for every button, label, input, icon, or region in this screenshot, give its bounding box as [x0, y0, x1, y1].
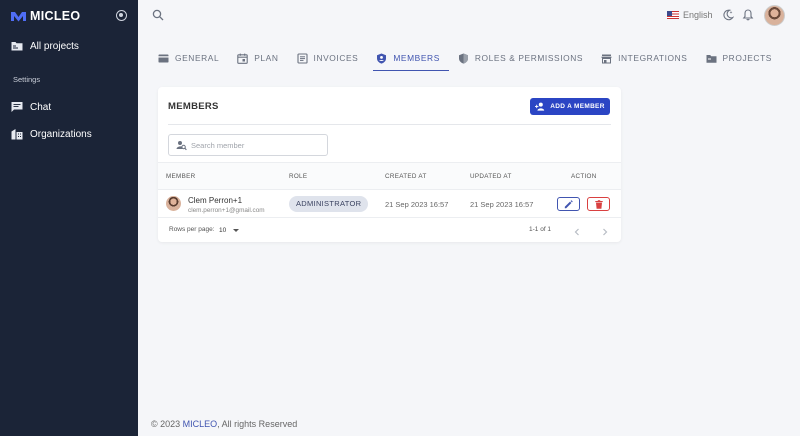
sidebar-item-label: All projects [30, 40, 79, 52]
tab-label: Members [393, 53, 440, 63]
sidebar-toggle-icon[interactable] [116, 10, 127, 21]
previous-page-button[interactable] [572, 224, 582, 236]
folder-icon [706, 54, 716, 63]
language-label: English [683, 10, 713, 20]
pagination-range: 1-1 of 1 [529, 226, 552, 233]
tab-label: General [175, 53, 220, 63]
footer-suffix: , All rights Reserved [217, 419, 298, 429]
rows-per-page-label: Rows per page: [169, 226, 215, 233]
tab-label: Projects [722, 53, 772, 63]
sidebar: MICLEO All projects Settings Chat Organi… [0, 0, 138, 436]
sidebar-item-organizations[interactable]: Organizations [11, 126, 92, 142]
search-icon[interactable] [152, 9, 164, 21]
shield-icon [458, 53, 468, 64]
tab-label: Integrations [618, 53, 688, 63]
add-user-icon [535, 102, 545, 111]
notification-bell-icon[interactable] [742, 9, 754, 21]
tab-label: Roles & Permissions [474, 53, 584, 63]
tab-label: Plan [254, 53, 279, 63]
divider [168, 124, 611, 125]
pencil-icon [564, 199, 573, 208]
tab-invoices[interactable]: Invoices [296, 47, 359, 69]
dark-mode-icon[interactable] [722, 9, 734, 21]
card-title: MEMBERS [168, 101, 219, 112]
tab-plan[interactable]: Plan [237, 47, 278, 69]
column-header-action: Action [571, 173, 597, 180]
column-header-created-at: Created at [385, 173, 427, 180]
rows-per-page-select[interactable]: 10 [219, 225, 240, 235]
member-avatar [166, 196, 181, 211]
user-avatar[interactable] [764, 5, 785, 26]
delete-member-button[interactable] [587, 197, 610, 211]
column-header-updated-at: Updated at [470, 173, 512, 180]
footer: © 2023 MICLEO, All rights Reserved [151, 419, 297, 429]
folder-icon [11, 42, 23, 51]
tab-roles-permissions[interactable]: Roles & Permissions [458, 47, 583, 69]
column-header-member: Member [166, 173, 196, 180]
sidebar-section-title: Settings [13, 75, 41, 84]
add-member-button[interactable]: ADD A MEMBER [530, 98, 610, 115]
brand-name: MICLEO [30, 9, 81, 23]
member-search-input[interactable] [191, 140, 321, 150]
card-icon [158, 54, 169, 62]
tab-integrations[interactable]: Integrations [601, 47, 687, 69]
footer-brand-link[interactable]: MICLEO [183, 419, 218, 429]
updated-at-cell: 21 Sep 2023 16:57 [470, 200, 534, 209]
search-user-icon [176, 140, 187, 150]
pagination: Rows per page: 10 1-1 of 1 [158, 218, 621, 242]
tab-general[interactable]: General [158, 47, 219, 69]
sidebar-item-label: Organizations [30, 128, 92, 140]
chevron-left-icon [574, 228, 579, 236]
us-flag-icon [667, 11, 679, 19]
member-search-field[interactable] [168, 134, 328, 156]
invoice-icon [296, 52, 308, 64]
tab-label: Invoices [313, 53, 359, 63]
member-email: clem.perron+1@gmail.com [188, 207, 265, 214]
chevron-right-icon [603, 228, 608, 236]
buildings-icon [11, 129, 23, 140]
settings-tabs: General Plan Invoices Members [158, 47, 790, 71]
footer-prefix: © 2023 [151, 419, 183, 429]
sidebar-item-all-projects[interactable]: All projects [11, 38, 79, 54]
members-card: MEMBERS ADD A MEMBER Member Role Created… [158, 87, 621, 242]
tab-members[interactable]: Members [373, 47, 449, 71]
micleo-logo-icon [11, 11, 26, 21]
add-member-label: ADD A MEMBER [550, 103, 605, 110]
column-header-role: Role [289, 173, 308, 180]
store-icon [601, 54, 612, 63]
rows-per-page-value: 10 [219, 226, 227, 234]
trash-icon [594, 199, 603, 209]
brand[interactable]: MICLEO [11, 9, 80, 23]
calendar-icon [237, 53, 248, 64]
edit-member-button[interactable] [557, 197, 580, 211]
table-row: Clem Perron+1 clem.perron+1@gmail.com AD… [158, 190, 621, 218]
role-badge: ADMINISTRATOR [289, 196, 369, 212]
tab-projects[interactable]: Projects [706, 47, 772, 69]
caret-down-icon [233, 228, 240, 232]
language-selector[interactable]: English [667, 9, 713, 21]
next-page-button[interactable] [600, 224, 610, 236]
sidebar-item-chat[interactable]: Chat [11, 99, 51, 115]
sidebar-item-label: Chat [30, 101, 52, 113]
members-table-header: Member Role Created at Updated at Action [158, 162, 621, 190]
created-at-cell: 21 Sep 2023 16:57 [385, 200, 449, 209]
shield-user-icon [377, 53, 387, 64]
chat-icon [11, 102, 23, 112]
member-name: Clem Perron+1 [188, 196, 243, 205]
